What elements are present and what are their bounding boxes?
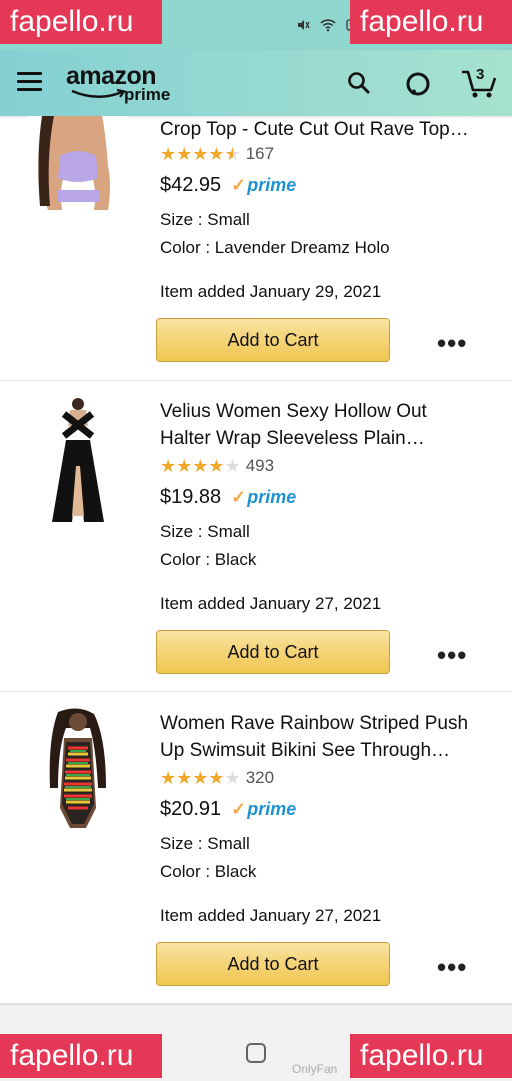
wifi-icon: [320, 18, 336, 35]
watermark-top-right: fapello.ru: [350, 0, 512, 44]
prime-label: prime: [247, 487, 297, 507]
prime-label: prime: [247, 799, 297, 819]
rating[interactable]: ★ ★ ★ ★ ★ 320: [160, 768, 274, 788]
mute-icon: [296, 18, 310, 35]
date-added: Item added January 27, 2021: [160, 594, 382, 613]
product-title-line-1: Women Rave Rainbow Striped Push: [160, 713, 469, 734]
product-image[interactable]: [28, 396, 128, 526]
check-icon: ✓: [231, 799, 247, 819]
product-title-line-2: Up Swimsuit Bikini See Through…: [160, 740, 451, 761]
prime-label: prime: [247, 175, 297, 195]
size-label: Size : Small: [160, 522, 250, 541]
add-to-cart-button[interactable]: Add to Cart: [156, 318, 390, 362]
product-title-line-2: Halter Wrap Sleeveless Plain…: [160, 428, 425, 449]
price-row: $20.91 ✓ prime: [160, 798, 296, 821]
product-title[interactable]: Velius Women Sexy Hollow Out Halter Wrap…: [160, 398, 505, 452]
prime-badge: ✓ prime: [231, 487, 296, 508]
rating[interactable]: ★ ★ ★ ★ ★ 167: [160, 144, 274, 164]
star-rating-icon: ★ ★ ★ ★ ★: [160, 456, 241, 476]
more-options-icon[interactable]: •••: [437, 330, 467, 356]
prime-badge: ✓ prime: [231, 175, 296, 196]
date-added: Item added January 27, 2021: [160, 906, 382, 925]
list-item: Women Rave Rainbow Striped Push Up Swims…: [0, 692, 512, 1004]
product-title[interactable]: Crop Top - Cute Cut Out Rave Top…: [160, 116, 505, 143]
watermark-bottom-left: fapello.ru: [0, 1034, 162, 1078]
color-label: Color : Black: [160, 862, 257, 881]
review-count: 167: [245, 144, 275, 163]
check-icon: ✓: [231, 175, 247, 195]
product-image[interactable]: [28, 708, 128, 838]
review-count: 493: [245, 456, 275, 475]
watermark-top-left: fapello.ru: [0, 0, 162, 44]
smile-arrow-icon: [71, 88, 126, 98]
amazon-prime-logo[interactable]: amazon prime: [66, 64, 186, 106]
price: $19.88: [160, 486, 222, 508]
add-to-cart-button[interactable]: Add to Cart: [156, 630, 390, 674]
list-item: Crop Top - Cute Cut Out Rave Top… ★ ★ ★ ★ ★ …: [0, 116, 512, 381]
date-added: Item added January 29, 2021: [160, 282, 382, 301]
home-button-icon[interactable]: [246, 1043, 266, 1063]
more-options-icon[interactable]: •••: [437, 642, 467, 668]
rating[interactable]: ★ ★ ★ ★ ★ 493: [160, 456, 274, 476]
watermark-bottom-right: fapello.ru: [350, 1034, 512, 1078]
star-rating-icon: ★ ★ ★ ★ ★: [160, 144, 241, 164]
star-rating-icon: ★ ★ ★ ★ ★: [160, 768, 241, 788]
alexa-icon[interactable]: [404, 70, 432, 103]
footer-watermark-text: OnlyFan: [292, 1062, 338, 1076]
prime-badge: ✓ prime: [231, 799, 296, 820]
brand-sub: prime: [124, 85, 171, 104]
price-row: $42.95 ✓ prime: [160, 174, 296, 197]
product-title-line-1: Velius Women Sexy Hollow Out: [160, 401, 427, 422]
price: $42.95: [160, 174, 222, 196]
review-count: 320: [245, 768, 275, 787]
check-icon: ✓: [231, 487, 247, 507]
size-label: Size : Small: [160, 834, 250, 853]
product-title[interactable]: Women Rave Rainbow Striped Push Up Swims…: [160, 710, 505, 764]
add-to-cart-button[interactable]: Add to Cart: [156, 942, 390, 986]
app-header: amazon prime 3: [0, 50, 512, 116]
search-icon[interactable]: [346, 70, 372, 101]
color-label: Color : Lavender Dreamz Holo: [160, 238, 390, 257]
size-label: Size : Small: [160, 210, 250, 229]
list-item: Velius Women Sexy Hollow Out Halter Wrap…: [0, 380, 512, 692]
product-image[interactable]: [28, 116, 128, 212]
menu-icon[interactable]: [17, 72, 42, 92]
price: $20.91: [160, 798, 222, 820]
color-label: Color : Black: [160, 550, 257, 569]
price-row: $19.88 ✓ prime: [160, 486, 296, 509]
more-options-icon[interactable]: •••: [437, 954, 467, 980]
cart-count: 3: [476, 66, 485, 83]
